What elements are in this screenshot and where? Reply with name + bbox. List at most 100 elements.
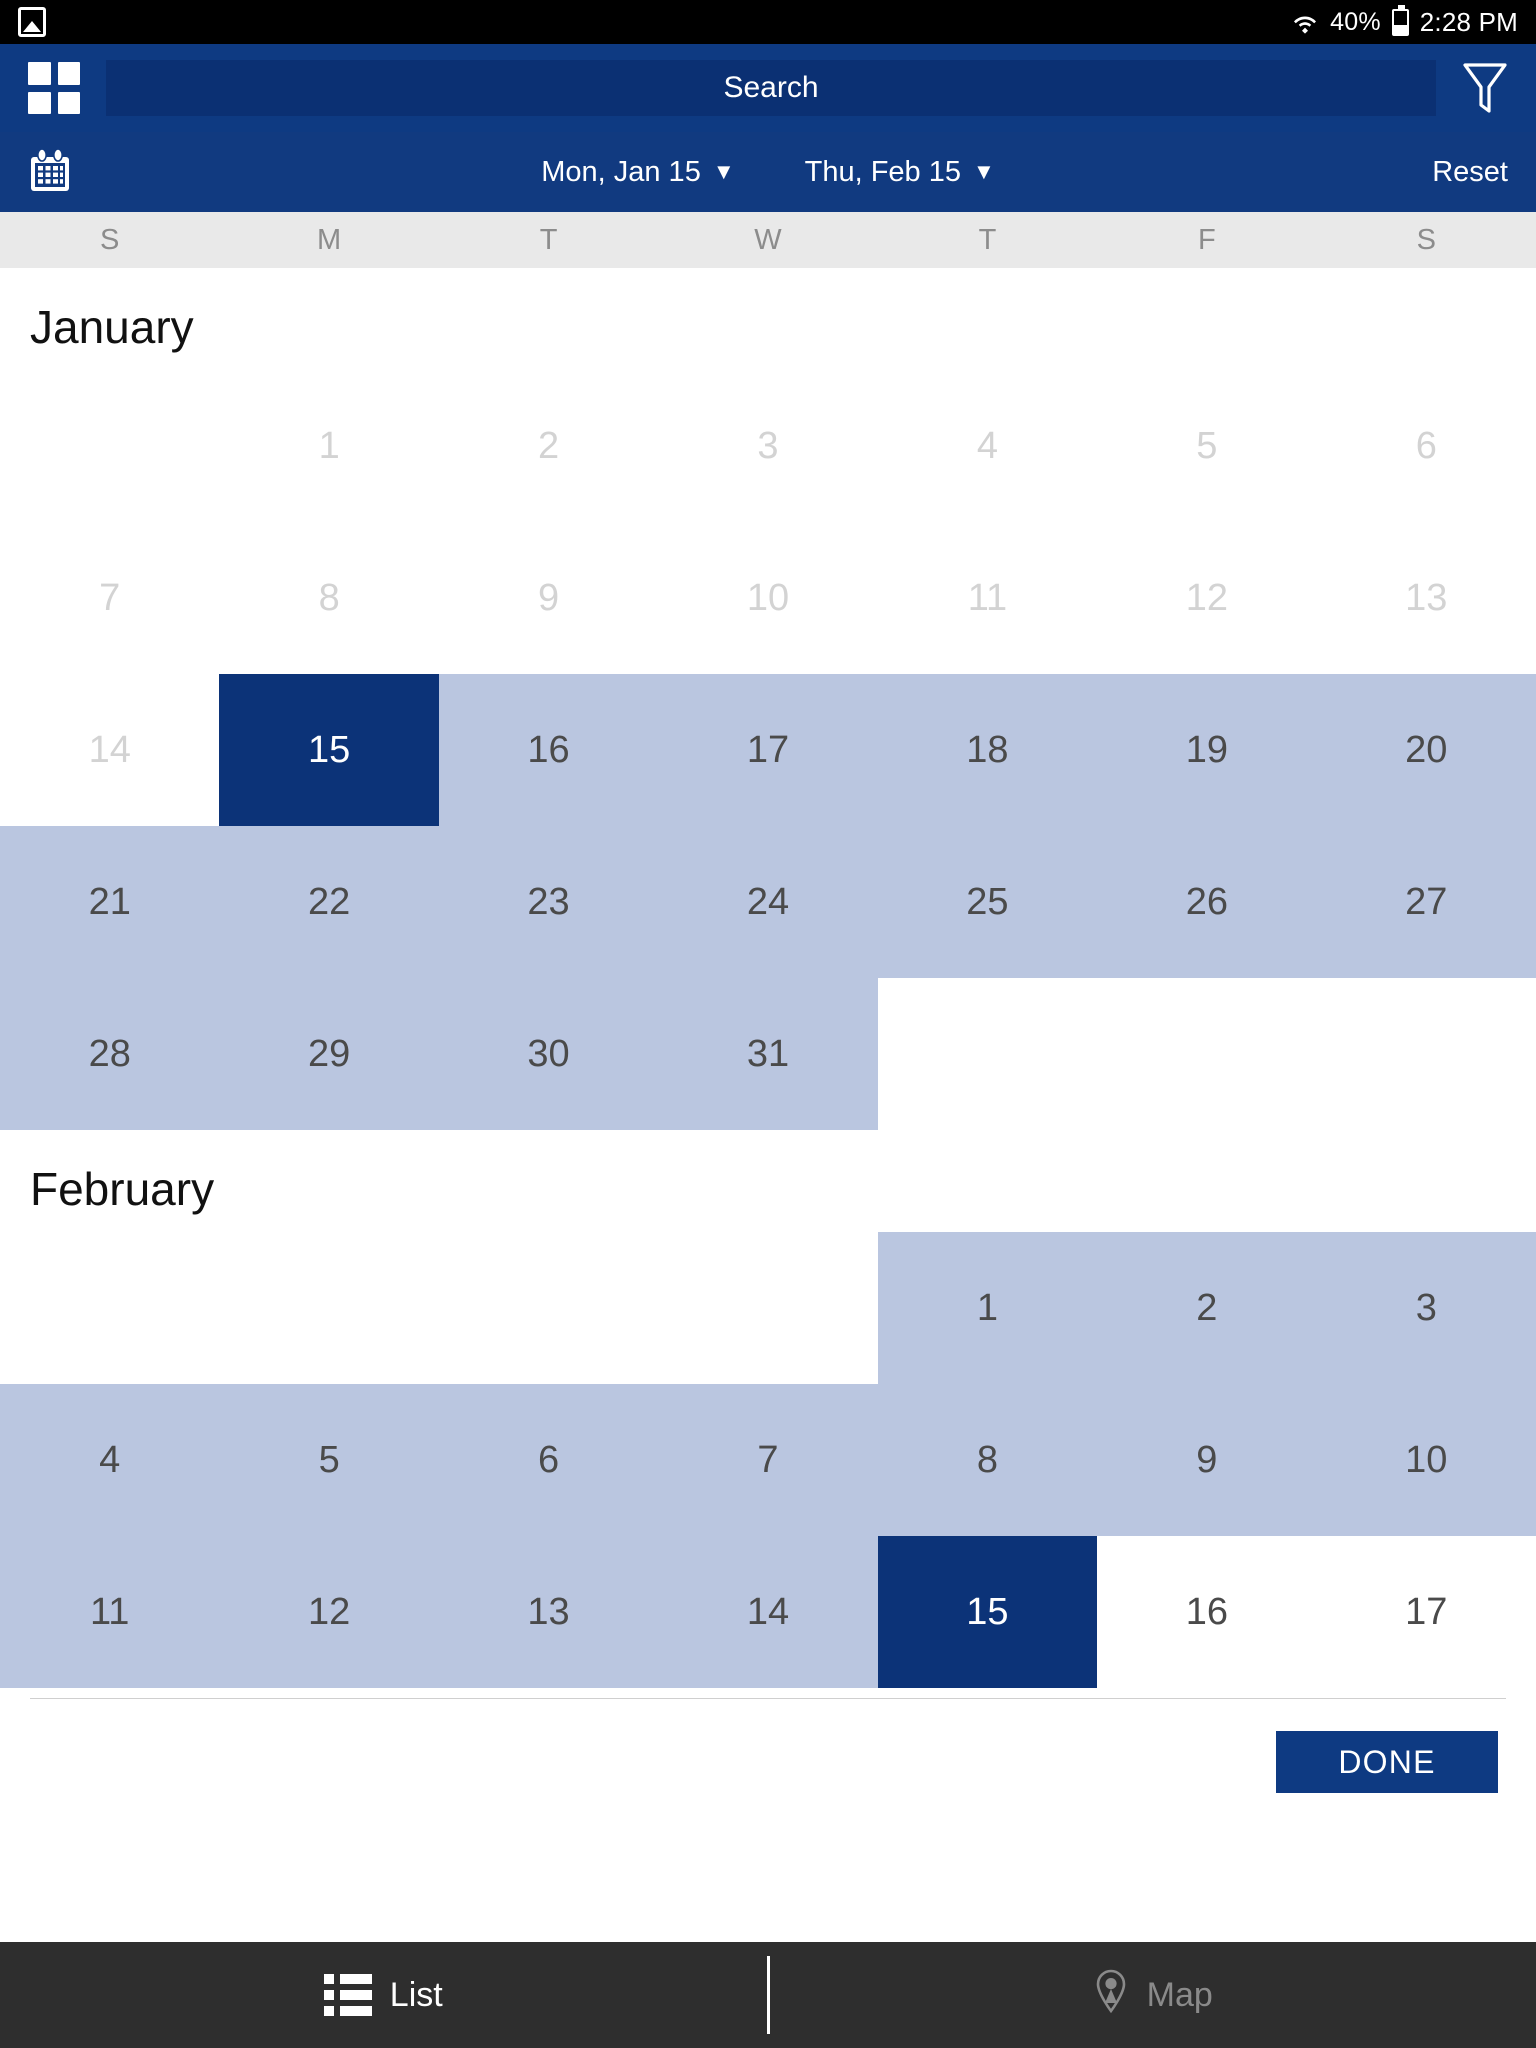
nav-tab-list[interactable]: List bbox=[0, 1942, 767, 2048]
day-cell[interactable]: 28 bbox=[0, 978, 220, 1130]
day-cell[interactable]: 8 bbox=[877, 1384, 1098, 1536]
day-cell[interactable]: 22 bbox=[219, 826, 439, 978]
week-row: 11 12 13 14 15 16 17 bbox=[0, 1536, 1536, 1688]
day-cell[interactable]: 26 bbox=[1097, 826, 1317, 978]
day-cell[interactable]: 2 bbox=[1097, 1232, 1317, 1384]
nav-tab-list-label: List bbox=[389, 1975, 443, 2014]
chevron-down-icon: ▼ bbox=[972, 159, 995, 184]
end-date-selector[interactable]: Thu, Feb 15 ▼ bbox=[805, 156, 995, 189]
week-row: 1 2 3 4 5 6 bbox=[0, 370, 1536, 522]
app-header: Search bbox=[0, 44, 1536, 132]
week-row: 123 bbox=[0, 1232, 1536, 1384]
weekday-label-4: T bbox=[978, 223, 997, 256]
weekday-label-5: F bbox=[1197, 223, 1216, 256]
status-bar-right: 40% 2:28 PM bbox=[1291, 4, 1518, 38]
day-cell: 4 bbox=[976, 424, 998, 467]
day-cell-empty bbox=[658, 1232, 877, 1384]
search-input[interactable]: Search bbox=[106, 60, 1436, 116]
day-cell[interactable]: 15 bbox=[219, 674, 439, 826]
done-button-wrap: DONE bbox=[0, 1699, 1536, 1793]
grid-apps-icon[interactable] bbox=[28, 62, 80, 114]
day-cell: 12 bbox=[1185, 576, 1228, 619]
day-cell[interactable]: 1 bbox=[877, 1232, 1098, 1384]
day-cell[interactable]: 23 bbox=[438, 826, 659, 978]
photo-icon bbox=[18, 7, 46, 37]
day-cell: 1 bbox=[318, 424, 340, 467]
done-button[interactable]: DONE bbox=[1276, 1731, 1498, 1793]
day-cell[interactable]: 17 bbox=[658, 674, 878, 826]
day-cell[interactable]: 5 bbox=[219, 1384, 439, 1536]
day-cell[interactable]: 12 bbox=[219, 1536, 439, 1688]
clock-label: 2:28 PM bbox=[1419, 6, 1518, 37]
weekday-label-1: M bbox=[317, 223, 342, 256]
day-cell[interactable]: 3 bbox=[1316, 1232, 1536, 1384]
day-cell[interactable]: 25 bbox=[877, 826, 1098, 978]
calendar-icon[interactable] bbox=[28, 148, 72, 195]
day-cell: 13 bbox=[1405, 576, 1448, 619]
nav-tab-map[interactable]: Map bbox=[770, 1942, 1536, 2048]
grid-square-4 bbox=[57, 91, 80, 114]
list-icon bbox=[324, 1974, 372, 2016]
weekday-header-row: SMTWTFS bbox=[0, 212, 1536, 268]
day-cell[interactable]: 9 bbox=[1097, 1384, 1317, 1536]
week-row: 14 15 16 17 18 19 20 bbox=[0, 674, 1536, 826]
day-cell[interactable]: 30 bbox=[438, 978, 659, 1130]
day-cell[interactable]: 29 bbox=[219, 978, 439, 1130]
day-cell[interactable]: 18 bbox=[877, 674, 1098, 826]
end-date-label: Thu, Feb 15 bbox=[804, 155, 961, 188]
map-pin-icon bbox=[1093, 1969, 1129, 2022]
day-cell[interactable]: 24 bbox=[658, 826, 878, 978]
day-cell[interactable]: 6 bbox=[438, 1384, 659, 1536]
day-cell[interactable]: 20 bbox=[1316, 674, 1536, 826]
day-cell-empty bbox=[878, 978, 1097, 1130]
weekday-label-3: W bbox=[754, 223, 782, 256]
month-title: January bbox=[30, 301, 194, 353]
funnel-filter-icon[interactable] bbox=[1462, 61, 1508, 115]
day-cell[interactable]: 31 bbox=[658, 978, 878, 1130]
day-cell: 2 bbox=[537, 424, 560, 467]
start-date-selector[interactable]: Mon, Jan 15 ▼ bbox=[541, 156, 734, 189]
day-cell[interactable]: 14 bbox=[658, 1536, 878, 1688]
status-bar: 40% 2:28 PM bbox=[0, 0, 1536, 44]
chevron-down-icon: ▼ bbox=[712, 159, 735, 184]
day-cell-empty bbox=[439, 1232, 658, 1384]
weekday-label-6: S bbox=[1416, 223, 1436, 256]
day-cell-empty bbox=[1317, 978, 1536, 1130]
day-cell-empty bbox=[0, 1232, 219, 1384]
day-cell: 7 bbox=[99, 576, 121, 619]
date-range-bar: Mon, Jan 15 ▼ Thu, Feb 15 ▼ Reset bbox=[0, 132, 1536, 212]
day-cell: 11 bbox=[967, 576, 1008, 619]
day-cell: 10 bbox=[746, 576, 790, 619]
day-cell[interactable]: 21 bbox=[0, 826, 220, 978]
day-cell: 9 bbox=[537, 576, 560, 619]
week-row: 21 22 23 24 25 26 27 bbox=[0, 826, 1536, 978]
day-cell: 8 bbox=[318, 576, 340, 619]
day-cell[interactable]: 10 bbox=[1316, 1384, 1536, 1536]
day-cell[interactable]: 4 bbox=[0, 1384, 220, 1536]
day-cell[interactable]: 19 bbox=[1097, 674, 1317, 826]
day-cell-empty bbox=[0, 370, 219, 522]
day-cell[interactable]: 16 bbox=[438, 674, 659, 826]
calendar-scroll-area[interactable]: January 1 2 3 4 5 6 7 8 9 10 11 12 13 14 15 16 17 18 19 20 21… bbox=[0, 268, 1536, 1688]
search-placeholder-label: Search bbox=[723, 71, 819, 104]
day-cell[interactable]: 11 bbox=[0, 1536, 220, 1688]
battery-percent-label: 40% bbox=[1330, 7, 1381, 36]
day-cell[interactable]: 15 bbox=[877, 1536, 1098, 1688]
wifi-icon bbox=[1291, 9, 1319, 35]
day-cell[interactable]: 17 bbox=[1317, 1536, 1536, 1688]
day-cell[interactable]: 7 bbox=[658, 1384, 878, 1536]
day-cell[interactable]: 13 bbox=[438, 1536, 659, 1688]
status-bar-left bbox=[18, 7, 46, 37]
day-cell[interactable]: 16 bbox=[1097, 1536, 1316, 1688]
day-cell: 6 bbox=[1415, 424, 1437, 467]
grid-square-2 bbox=[57, 62, 80, 85]
footer-actions: DONE bbox=[0, 1688, 1536, 1793]
week-row: 28 29 30 31 bbox=[0, 978, 1536, 1130]
date-pill-group: Mon, Jan 15 ▼ Thu, Feb 15 ▼ bbox=[0, 156, 1536, 189]
week-row: 4 5 6 7 8 9 10 bbox=[0, 1384, 1536, 1536]
day-cell[interactable]: 27 bbox=[1316, 826, 1536, 978]
day-cell-empty bbox=[1097, 978, 1316, 1130]
reset-button[interactable]: Reset bbox=[1432, 156, 1508, 189]
day-cell-empty bbox=[219, 1232, 438, 1384]
day-cell: 5 bbox=[1196, 424, 1218, 467]
